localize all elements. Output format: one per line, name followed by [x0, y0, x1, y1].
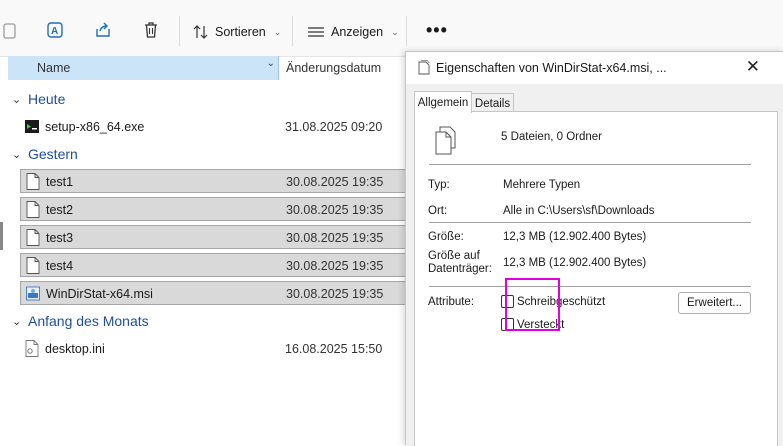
group-header-start-of-month[interactable]: ⌄ Anfang des Monats: [12, 311, 149, 331]
dialog-title-bar[interactable]: Eigenschaften von WinDirStat-x64.msi, ..…: [406, 52, 783, 84]
close-button[interactable]: ✕: [746, 57, 760, 77]
paste-icon[interactable]: [0, 20, 20, 40]
msi-installer-icon: [26, 286, 40, 301]
file-icon: [26, 201, 40, 218]
command-bar: A Sortieren ⌄ Anzeigen ⌄ •••: [0, 0, 783, 57]
chevron-down-icon: ⌄: [12, 148, 22, 161]
group-header-yesterday[interactable]: ⌄ Gestern: [12, 144, 78, 164]
file-date: 30.08.2025 19:35: [286, 203, 384, 217]
file-icon: [26, 257, 40, 274]
advanced-button[interactable]: Erweitert...: [678, 292, 751, 314]
file-row-test1[interactable]: test1 30.08.2025 19:35: [20, 169, 415, 193]
toolbar-separator: [292, 16, 293, 46]
size-value: 12,3 MB (12.902.400 Bytes): [503, 231, 647, 243]
file-name: test2: [46, 203, 74, 217]
column-header-name-label: Name: [37, 61, 71, 75]
settings-file-icon: [25, 340, 39, 357]
view-button[interactable]: Anzeigen ⌄: [307, 22, 399, 42]
type-label: Typ:: [428, 179, 450, 191]
column-header-name[interactable]: Name ⌄: [8, 56, 279, 80]
disk-size-label-line1: Größe auf: [428, 250, 480, 262]
file-row-setup[interactable]: setup-x86_64.exe 31.08.2025 09:20: [20, 115, 415, 139]
exe-setup-icon: [25, 120, 39, 133]
file-date: 30.08.2025 19:35: [286, 259, 384, 273]
chevron-down-icon: ⌄: [273, 26, 282, 37]
group-label: Anfang des Monats: [28, 313, 149, 329]
file-name: test3: [46, 231, 74, 245]
separator: [429, 164, 751, 165]
toolbar-separator: [179, 16, 180, 46]
group-header-today[interactable]: ⌄ Heute: [12, 89, 65, 109]
tab-details[interactable]: Details: [471, 93, 514, 113]
disk-size-label-line2: Datenträger:: [428, 263, 492, 275]
tab-general[interactable]: Allgemein: [414, 91, 472, 113]
file-row-test2[interactable]: test2 30.08.2025 19:35: [20, 197, 415, 221]
file-name: setup-x86_64.exe: [45, 120, 145, 134]
file-name: test1: [46, 175, 74, 189]
files-icon: [418, 60, 430, 75]
general-panel: 5 Dateien, 0 Ordner Typ: Mehrere Typen O…: [414, 111, 778, 446]
chevron-down-icon: ⌄: [12, 93, 22, 106]
sort-button[interactable]: Sortieren ⌄: [193, 22, 281, 42]
sort-chevron-icon: ⌄: [266, 58, 275, 69]
delete-icon[interactable]: [141, 20, 161, 40]
view-list-icon: [308, 27, 324, 37]
column-header-date[interactable]: Änderungsdatum: [280, 56, 410, 80]
chevron-down-icon: ⌄: [12, 315, 22, 328]
file-name: desktop.ini: [45, 342, 105, 356]
size-label: Größe:: [428, 231, 464, 243]
file-date: 16.08.2025 15:50: [285, 342, 383, 356]
sort-label: Sortieren: [215, 25, 266, 39]
file-name: test4: [46, 259, 74, 273]
file-date: 31.08.2025 09:20: [285, 120, 383, 134]
disk-size-value: 12,3 MB (12.902.400 Bytes): [503, 257, 647, 269]
group-label: Heute: [28, 91, 66, 107]
multiple-files-icon: [435, 126, 456, 155]
file-date: 30.08.2025 19:35: [286, 231, 384, 245]
location-value: Alle in C:\Users\sf\Downloads: [503, 205, 655, 217]
file-row-windirstat[interactable]: WinDirStat-x64.msi 30.08.2025 19:35: [20, 281, 415, 305]
properties-dialog: Eigenschaften von WinDirStat-x64.msi, ..…: [405, 51, 783, 446]
file-icon: [26, 229, 40, 246]
share-icon[interactable]: [93, 20, 113, 40]
group-label: Gestern: [28, 146, 78, 162]
dialog-title: Eigenschaften von WinDirStat-x64.msi, ..…: [436, 61, 667, 75]
sort-icon: [193, 25, 208, 39]
file-date: 30.08.2025 19:35: [286, 175, 384, 189]
file-name: WinDirStat-x64.msi: [46, 287, 153, 301]
chevron-down-icon: ⌄: [391, 26, 399, 37]
more-options-button[interactable]: •••: [426, 20, 448, 41]
rename-icon[interactable]: A: [45, 20, 65, 40]
file-row-test3[interactable]: test3 30.08.2025 19:35: [20, 225, 415, 249]
selection-edge-marker: [0, 222, 3, 250]
attributes-label: Attribute:: [428, 296, 475, 308]
size-highlight-annotation: [505, 278, 560, 331]
location-label: Ort:: [428, 205, 448, 217]
view-label: Anzeigen: [331, 25, 384, 39]
separator: [429, 286, 751, 287]
file-row-test4[interactable]: test4 30.08.2025 19:35: [20, 253, 415, 277]
summary-text: 5 Dateien, 0 Ordner: [501, 131, 603, 143]
disk-size-label: Größe auf Datenträger:: [428, 250, 492, 276]
type-value: Mehrere Typen: [503, 179, 581, 191]
column-header-date-label: Änderungsdatum: [286, 61, 382, 75]
svg-text:A: A: [51, 26, 58, 37]
file-row-desktop-ini[interactable]: desktop.ini 16.08.2025 15:50: [20, 337, 415, 361]
file-icon: [26, 173, 40, 190]
separator: [429, 222, 751, 223]
file-date: 30.08.2025 19:35: [286, 287, 384, 301]
toolbar-separator: [406, 16, 407, 46]
